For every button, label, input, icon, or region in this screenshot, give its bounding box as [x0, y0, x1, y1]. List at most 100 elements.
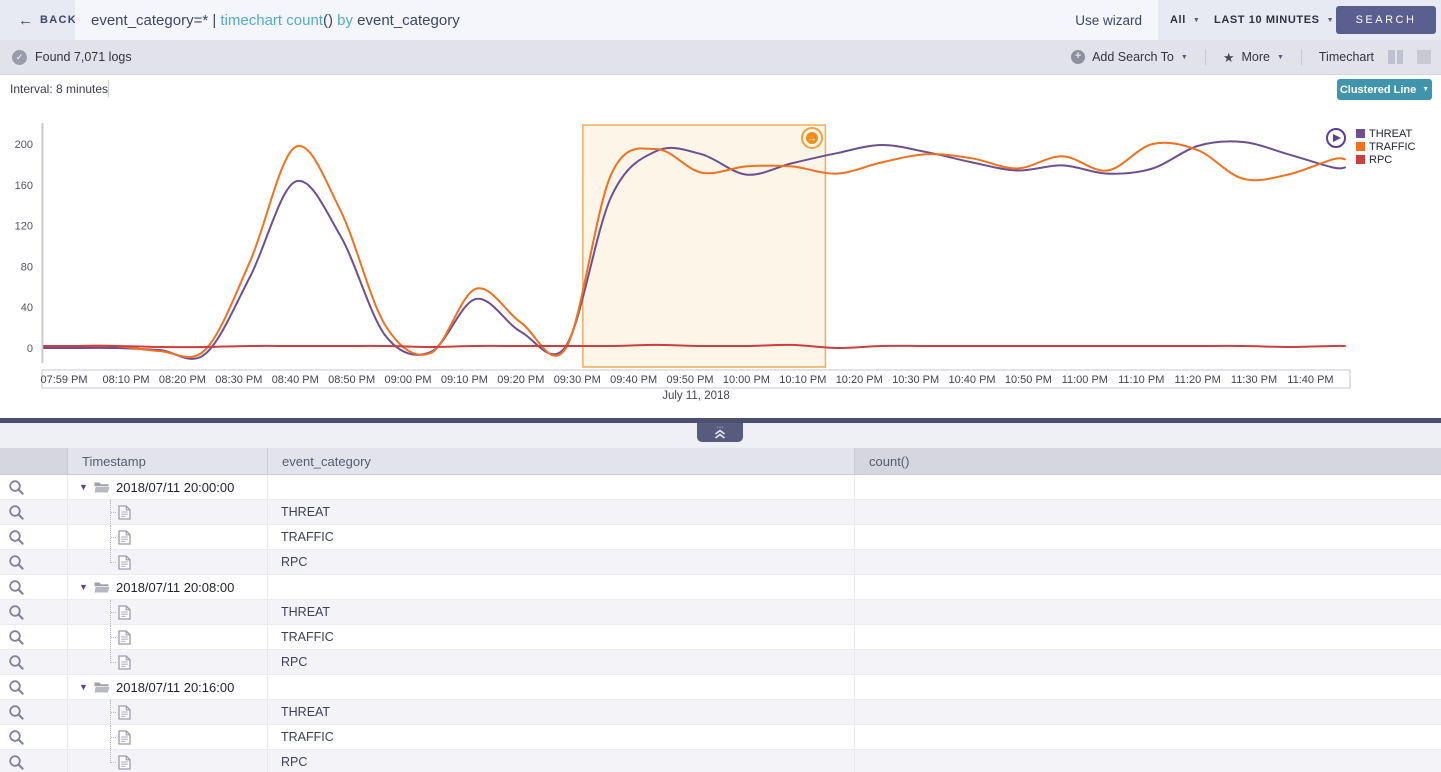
folder-icon	[94, 581, 110, 593]
group-timestamp: 2018/07/11 20:00:00	[116, 480, 234, 495]
row-search-button[interactable]	[8, 604, 25, 621]
query-token: event_category	[357, 12, 460, 29]
legend-item-traffic[interactable]: TRAFFIC	[1356, 140, 1415, 153]
table-body: ▼2018/07/11 20:00:00THREATTRAFFICRPC▼201…	[0, 475, 1441, 772]
single-panel-icon[interactable]	[1417, 50, 1431, 64]
row-search-button[interactable]	[8, 504, 25, 521]
back-button[interactable]: ← BACK	[18, 0, 77, 40]
time-range-dropdown[interactable]: LAST 10 MINUTES ▼	[1214, 0, 1334, 40]
table-header-timestamp[interactable]: Timestamp	[68, 448, 268, 475]
search-icon	[8, 654, 25, 671]
legend-item-threat[interactable]: THREAT	[1356, 127, 1415, 140]
table-row-event: RPC	[0, 650, 1441, 675]
split-panel-icon[interactable]	[1388, 50, 1403, 64]
table-header-count[interactable]: count()	[855, 448, 1441, 475]
document-icon	[118, 530, 131, 545]
more-button[interactable]: ★ More ▼	[1223, 50, 1284, 64]
query-token: ()	[323, 12, 333, 29]
search-button[interactable]: SEARCH	[1336, 6, 1436, 34]
chevron-down-icon: ▼	[1181, 54, 1188, 61]
event-category-value: THREAT	[281, 505, 330, 519]
search-icon	[8, 704, 25, 721]
document-icon-wrap	[118, 530, 131, 545]
x-tick-label: 08:50 PM	[328, 374, 375, 386]
interval-label: Interval: 8 minutes	[10, 82, 108, 96]
group-timestamp: 2018/07/11 20:08:00	[116, 580, 234, 595]
table-header-actions	[0, 448, 68, 475]
log-search-app: { "topbar": { "back_label": "BACK", "que…	[0, 0, 1441, 772]
x-tick-label: 09:00 PM	[384, 374, 431, 386]
x-tick-label: 08:40 PM	[272, 374, 319, 386]
table-row-event: THREAT	[0, 500, 1441, 525]
table-row-event: TRAFFIC	[0, 725, 1441, 750]
folder-icon-wrap	[94, 681, 110, 693]
timechart[interactable]: 0408012016020007:59 PM08:10 PM08:20 PM08…	[0, 75, 1441, 418]
use-wizard-link[interactable]: Use wizard	[1075, 13, 1142, 28]
collapse-group-caret-icon[interactable]: ▼	[79, 682, 94, 692]
legend-swatch-icon	[1356, 129, 1365, 138]
chart-type-dropdown[interactable]: Clustered Line ▼	[1337, 79, 1432, 100]
document-icon-wrap	[118, 755, 131, 770]
row-search-button[interactable]	[8, 579, 25, 596]
row-search-button[interactable]	[8, 679, 25, 696]
query-token: event_category=*	[91, 12, 208, 29]
toolbar-separator	[1205, 49, 1206, 65]
x-tick-label: 08:10 PM	[102, 374, 149, 386]
x-tick-label: 11:10 PM	[1118, 374, 1164, 386]
table-header: Timestamp event_category count()	[0, 448, 1441, 475]
search-icon	[8, 754, 25, 771]
row-search-button[interactable]	[8, 479, 25, 496]
play-button[interactable]	[1326, 128, 1346, 148]
x-tick-label: 11:00 PM	[1062, 374, 1108, 386]
search-icon	[8, 729, 25, 746]
chevron-down-icon: ▼	[1327, 17, 1335, 24]
event-category-value: TRAFFIC	[281, 630, 334, 644]
table-header-event-category[interactable]: event_category	[268, 448, 855, 475]
document-icon-wrap	[118, 630, 131, 645]
y-tick-label: 120	[15, 221, 33, 233]
scope-dropdown[interactable]: All ▼	[1170, 0, 1200, 40]
x-tick-label: 09:10 PM	[441, 374, 488, 386]
results-toolbar: ✓ Found 7,071 logs + Add Search To ▼ ★ M…	[0, 40, 1441, 75]
add-search-to-button[interactable]: + Add Search To ▼	[1071, 50, 1188, 64]
row-search-button[interactable]	[8, 529, 25, 546]
document-icon-wrap	[118, 505, 131, 520]
table-row-event: TRAFFIC	[0, 525, 1441, 550]
event-category-value: THREAT	[281, 705, 330, 719]
query-token: |	[208, 12, 220, 29]
search-query-input[interactable]: event_category=* | timechart count() by …	[75, 0, 1158, 40]
document-icon	[118, 755, 131, 770]
table-row-event: THREAT	[0, 600, 1441, 625]
folder-icon-wrap	[94, 581, 110, 593]
row-search-button[interactable]	[8, 554, 25, 571]
row-search-button[interactable]	[8, 729, 25, 746]
arrow-right-icon: →	[806, 132, 818, 144]
x-tick-label: 09:40 PM	[610, 374, 657, 386]
zoom-selection-button[interactable]: →	[801, 127, 823, 149]
document-icon-wrap	[118, 555, 131, 570]
more-label: More	[1241, 50, 1269, 64]
row-search-button[interactable]	[8, 704, 25, 721]
table-row-event: RPC	[0, 750, 1441, 772]
chart-legend: THREATTRAFFICRPC	[1356, 127, 1415, 166]
x-tick-label: 10:10 PM	[779, 374, 826, 386]
x-tick-label: 08:20 PM	[159, 374, 206, 386]
collapse-group-caret-icon[interactable]: ▼	[79, 582, 94, 592]
search-icon	[8, 679, 25, 696]
table-row-event: RPC	[0, 550, 1441, 575]
x-tick-label: 09:30 PM	[554, 374, 601, 386]
row-search-button[interactable]	[8, 754, 25, 771]
row-search-button[interactable]	[8, 629, 25, 646]
y-tick-label: 0	[27, 343, 33, 355]
collapse-chart-tab[interactable]	[697, 423, 743, 442]
legend-item-rpc[interactable]: RPC	[1356, 153, 1415, 166]
event-category-value: THREAT	[281, 605, 330, 619]
document-icon-wrap	[118, 605, 131, 620]
back-label: BACK	[40, 14, 77, 26]
document-icon	[118, 605, 131, 620]
row-search-button[interactable]	[8, 654, 25, 671]
query-token: timechart count	[220, 12, 323, 29]
document-icon	[118, 505, 131, 520]
collapse-group-caret-icon[interactable]: ▼	[79, 482, 94, 492]
document-icon	[118, 730, 131, 745]
